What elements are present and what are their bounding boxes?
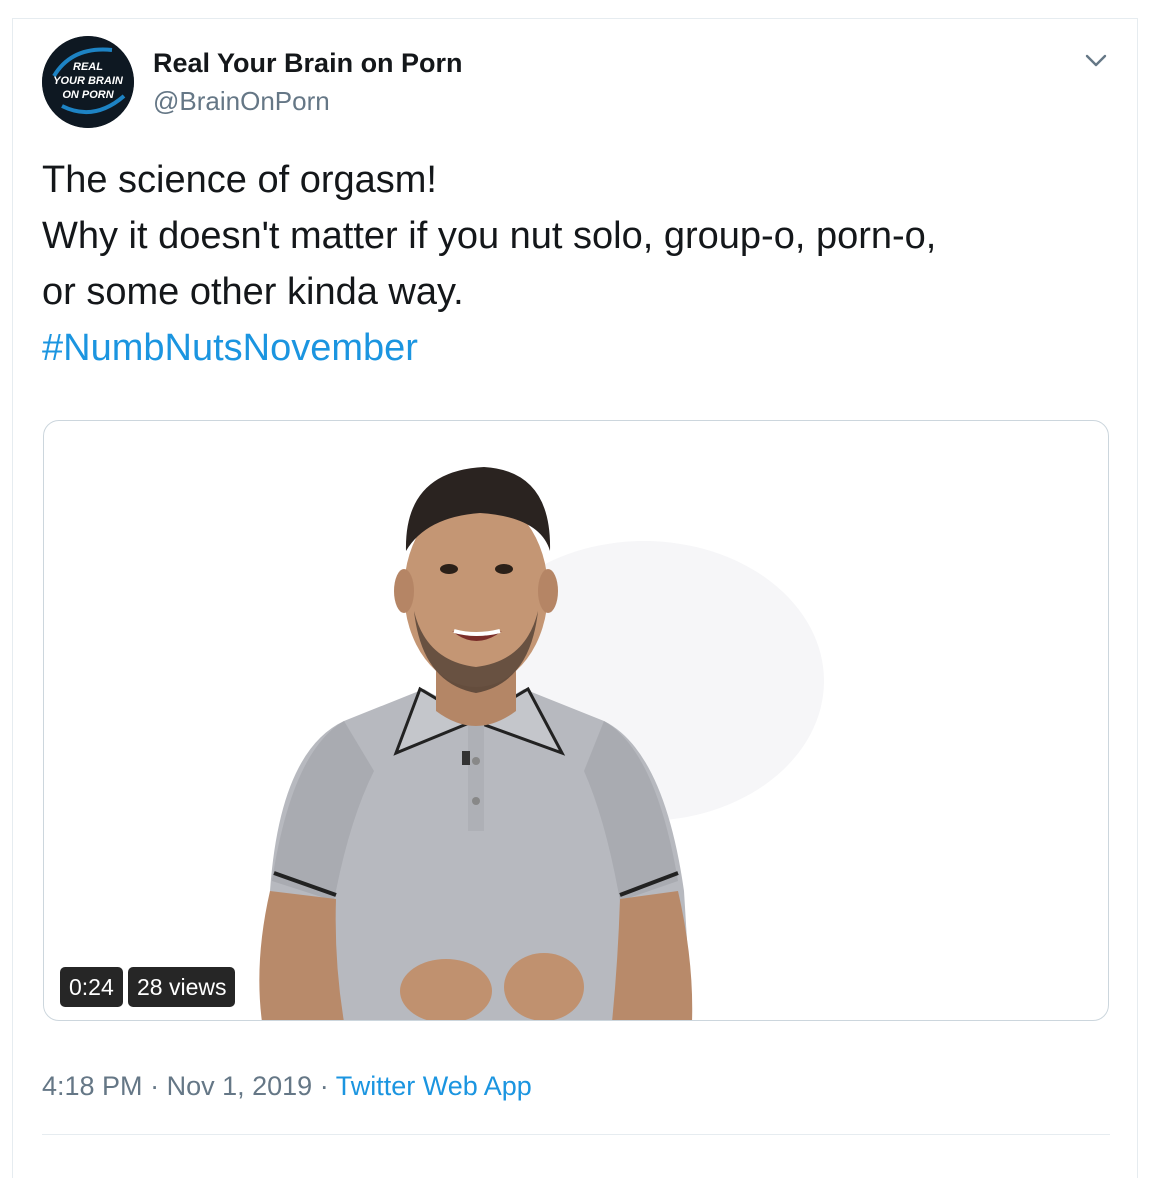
- meta-separator: ·: [319, 1071, 329, 1101]
- tweet-text-line: or some other kinda way.: [42, 271, 464, 313]
- video-duration-badge: 0:24: [60, 967, 123, 1007]
- hashtag-link[interactable]: #NumbNutsNovember: [42, 320, 1112, 376]
- tweet-menu-button[interactable]: [1082, 48, 1110, 72]
- tweet-metadata: 4:18 PM · Nov 1, 2019 · Twitter Web App: [42, 1071, 532, 1102]
- video-views-badge: 28 views: [128, 967, 236, 1007]
- author-display-name[interactable]: Real Your Brain on Porn: [153, 48, 463, 79]
- tweet-time[interactable]: 4:18 PM: [42, 1071, 143, 1101]
- avatar[interactable]: REAL YOUR BRAIN ON PORN: [42, 36, 134, 128]
- video-player[interactable]: 0:24 28 views: [43, 420, 1109, 1021]
- tweet-source-link[interactable]: Twitter Web App: [336, 1071, 532, 1101]
- author-handle[interactable]: @BrainOnPorn: [153, 86, 330, 117]
- divider: [42, 1134, 1110, 1135]
- svg-text:ON PORN: ON PORN: [62, 89, 114, 101]
- tweet-text-line: The science of orgasm!: [42, 159, 437, 201]
- chevron-down-icon: [1085, 54, 1107, 67]
- svg-text:YOUR BRAIN: YOUR BRAIN: [53, 75, 124, 87]
- avatar-logo-icon: REAL YOUR BRAIN ON PORN: [42, 36, 134, 128]
- svg-text:REAL: REAL: [73, 61, 103, 73]
- meta-separator: ·: [150, 1071, 160, 1101]
- tweet-date[interactable]: Nov 1, 2019: [167, 1071, 313, 1101]
- tweet-text: The science of orgasm! Why it doesn't ma…: [42, 152, 1112, 376]
- tweet-text-line: Why it doesn't matter if you nut solo, g…: [42, 215, 937, 257]
- video-frame: [259, 467, 824, 1020]
